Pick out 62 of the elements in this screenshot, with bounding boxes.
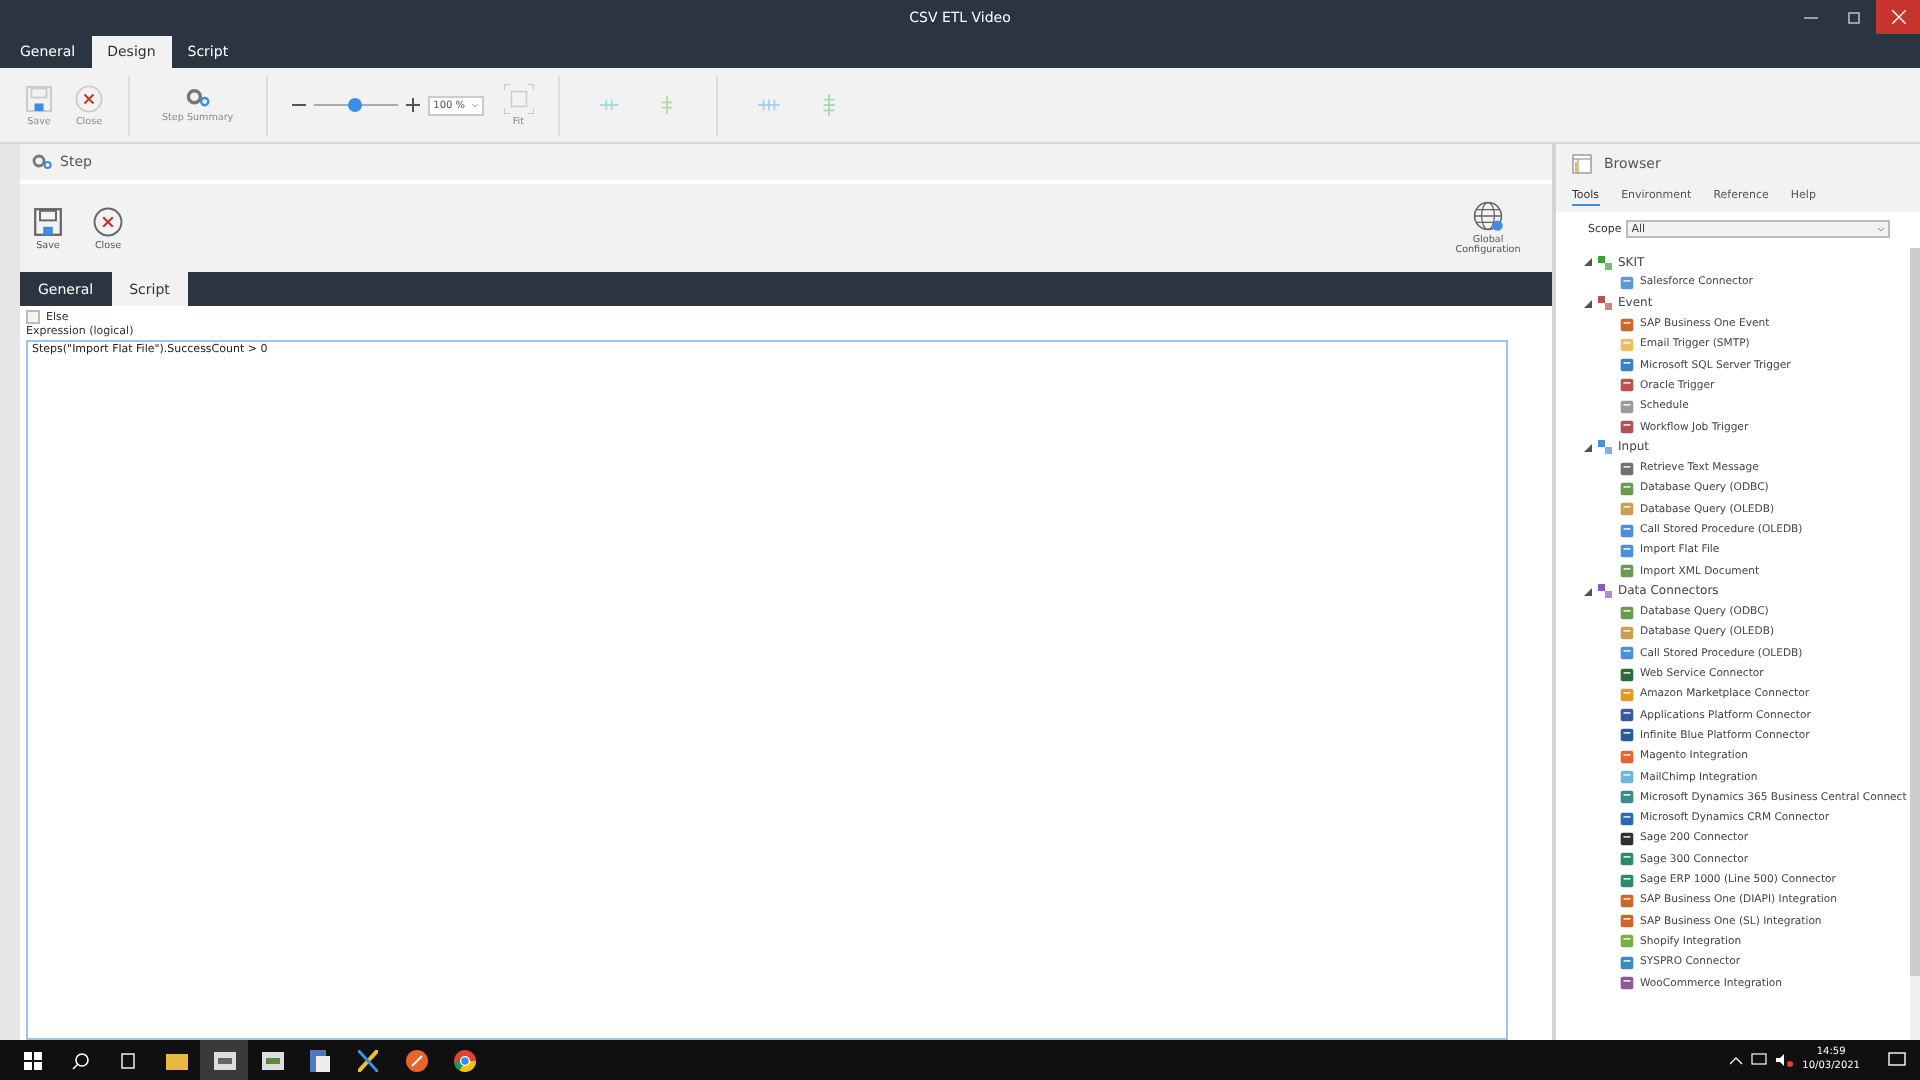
expander-icon[interactable] bbox=[1584, 258, 1592, 267]
connector-icon bbox=[1620, 523, 1634, 537]
app-taskbar-icon[interactable] bbox=[200, 1040, 248, 1080]
globe-icon bbox=[1472, 200, 1504, 232]
connector-icon bbox=[1620, 275, 1634, 290]
connector-icon bbox=[1620, 728, 1634, 743]
maximize-icon bbox=[1847, 10, 1861, 24]
connector-icon bbox=[1620, 873, 1634, 888]
connector-icon bbox=[1620, 420, 1634, 435]
connector-icon bbox=[1620, 831, 1634, 846]
close-icon bbox=[74, 83, 104, 113]
expander-icon[interactable] bbox=[1584, 443, 1592, 452]
else-checkbox[interactable] bbox=[26, 310, 40, 324]
task-view-icon bbox=[119, 1051, 137, 1069]
connector-icon bbox=[1620, 687, 1634, 702]
connector-icon bbox=[1620, 811, 1634, 826]
connector-icon bbox=[1620, 893, 1634, 908]
expander-icon[interactable] bbox=[1584, 299, 1592, 308]
connector-icon bbox=[1620, 852, 1634, 867]
gear-icon bbox=[32, 152, 52, 172]
scrollbar[interactable] bbox=[1910, 248, 1920, 1040]
connector-icon bbox=[1620, 934, 1634, 949]
connector-icon bbox=[1620, 317, 1634, 332]
connector-icon bbox=[1620, 358, 1634, 373]
connector-icon bbox=[1620, 481, 1634, 496]
connector-icon bbox=[1620, 605, 1634, 620]
slider-thumb[interactable] bbox=[348, 98, 363, 112]
close-button[interactable] bbox=[1876, 0, 1920, 34]
connector-icon bbox=[1620, 667, 1634, 682]
connector-icon bbox=[1620, 770, 1634, 785]
connector-icon bbox=[1620, 399, 1634, 414]
zoom-out-icon[interactable] bbox=[291, 98, 306, 112]
connector-icon bbox=[1620, 646, 1634, 661]
close-icon bbox=[1891, 10, 1905, 24]
connector-icon bbox=[1620, 790, 1634, 805]
connector-icon bbox=[1620, 461, 1634, 476]
connector-icon bbox=[1620, 955, 1634, 970]
category-icon bbox=[1598, 584, 1612, 599]
category-icon bbox=[1598, 296, 1612, 311]
connector-icon bbox=[1620, 708, 1634, 723]
connector-icon bbox=[1620, 749, 1634, 764]
connector-icon bbox=[1620, 625, 1634, 640]
connector-icon bbox=[1620, 337, 1634, 352]
connector-icon bbox=[1620, 914, 1634, 929]
close-icon bbox=[92, 205, 124, 237]
windows-icon bbox=[23, 1051, 41, 1069]
connector-icon bbox=[1620, 543, 1634, 558]
tray-icons[interactable] bbox=[1730, 1052, 1795, 1068]
notification-icon bbox=[1887, 1052, 1905, 1068]
expander-icon[interactable] bbox=[1584, 587, 1592, 596]
connector-icon bbox=[1620, 378, 1634, 393]
zoom-in-icon[interactable] bbox=[405, 98, 420, 112]
save-icon bbox=[32, 205, 64, 237]
browser-icon bbox=[1572, 154, 1592, 174]
search-icon bbox=[71, 1051, 89, 1069]
gear-icon bbox=[185, 86, 210, 110]
category-icon bbox=[1598, 255, 1612, 270]
connector-icon bbox=[1620, 976, 1634, 991]
save-icon bbox=[24, 83, 54, 113]
connector-icon bbox=[1620, 564, 1634, 579]
connector-icon bbox=[1620, 502, 1634, 517]
category-icon bbox=[1598, 440, 1612, 455]
